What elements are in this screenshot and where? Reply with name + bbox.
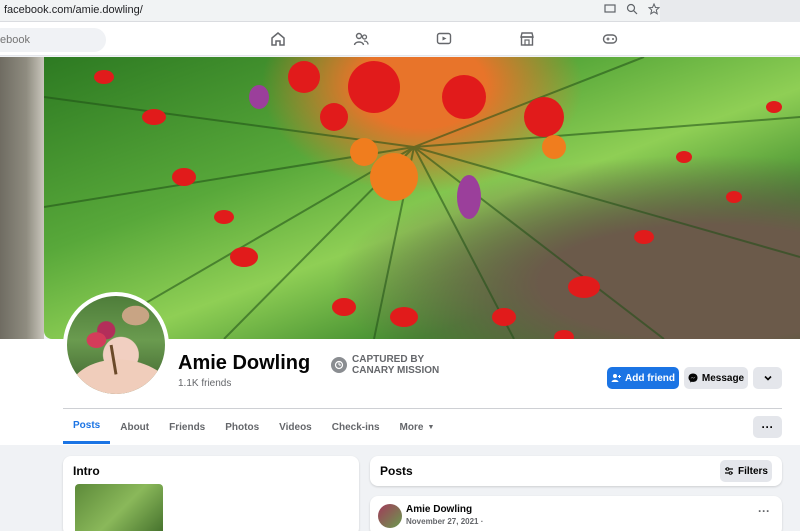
captured-by-badge: CAPTURED BY CANARY MISSION (331, 354, 439, 376)
post-date[interactable]: November 27, 2021 · (406, 517, 483, 526)
chevron-down-icon (763, 375, 772, 381)
profile-name: Amie Dowling (178, 352, 311, 374)
more-dots-icon: ··· (761, 420, 774, 434)
marketplace-icon (519, 32, 534, 46)
nav-friends[interactable] (319, 29, 402, 49)
profile-tabs: Posts About Friends Photos Videos Check-… (63, 410, 444, 444)
tab-more[interactable]: More ▼ (390, 410, 445, 444)
message-button[interactable]: Message (684, 367, 748, 389)
home-icon (270, 32, 285, 46)
filters-icon (724, 467, 733, 475)
captured-line2: CANARY MISSION (352, 365, 440, 376)
search-input[interactable] (0, 28, 106, 52)
nav-video[interactable] (402, 29, 485, 49)
canary-mission-icon (331, 357, 347, 373)
caret-down-icon: ▼ (427, 423, 435, 431)
add-friend-icon (611, 374, 621, 382)
tab-check-ins[interactable]: Check-ins (322, 410, 390, 444)
filters-label: Filters (737, 465, 768, 477)
avatar-image (76, 305, 161, 394)
messenger-icon (688, 373, 698, 383)
url-text[interactable]: facebook.com/amie.dowling/ (4, 4, 143, 16)
tab-friends[interactable]: Friends (159, 410, 215, 444)
add-friend-button[interactable]: Add friend (607, 367, 679, 389)
left-background-strip (0, 57, 44, 357)
nav-gaming[interactable] (568, 29, 651, 49)
tab-videos[interactable]: Videos (269, 410, 322, 444)
tab-photos[interactable]: Photos (215, 410, 269, 444)
friends-count[interactable]: 1.1K friends (178, 378, 231, 389)
posts-header-card: Posts Filters (370, 456, 782, 486)
browser-address-bar[interactable]: facebook.com/amie.dowling/ (0, 0, 800, 22)
star-icon[interactable] (648, 3, 660, 15)
friends-icon (353, 32, 369, 46)
intro-card: Intro (63, 456, 359, 531)
add-friend-label: Add friend (625, 372, 675, 384)
gaming-icon (602, 34, 617, 44)
filters-button[interactable]: Filters (720, 460, 772, 482)
zoom-icon[interactable] (626, 3, 638, 15)
post-more-options-icon[interactable]: ··· (758, 504, 770, 518)
intro-title: Intro (73, 464, 100, 478)
post-author-avatar[interactable] (378, 504, 402, 528)
browser-extension-area (660, 0, 800, 22)
nav-marketplace[interactable] (485, 29, 568, 49)
facebook-top-nav (0, 22, 800, 56)
profile-options-dropdown[interactable] (753, 367, 782, 389)
posts-title: Posts (380, 464, 413, 478)
tabs-more-options-button[interactable]: ··· (753, 416, 782, 438)
tab-about[interactable]: About (110, 410, 159, 444)
cast-icon[interactable] (604, 3, 616, 15)
cover-photo[interactable] (44, 57, 800, 339)
profile-avatar[interactable] (63, 292, 169, 398)
post-author-name[interactable]: Amie Dowling (406, 504, 472, 515)
nav-home[interactable] (236, 29, 319, 49)
nav-icons (236, 29, 651, 49)
captured-text: CAPTURED BY CANARY MISSION (352, 354, 439, 376)
captured-line1: CAPTURED BY (352, 354, 425, 365)
message-label: Message (701, 372, 745, 384)
tab-posts[interactable]: Posts (63, 410, 111, 444)
cover-flowers-illustration (44, 57, 800, 339)
browser-icons (604, 3, 660, 15)
intro-featured-photo[interactable] (75, 484, 163, 531)
header-divider (63, 408, 782, 409)
post-card: Amie Dowling November 27, 2021 · ··· (370, 496, 782, 531)
video-icon (436, 32, 451, 45)
